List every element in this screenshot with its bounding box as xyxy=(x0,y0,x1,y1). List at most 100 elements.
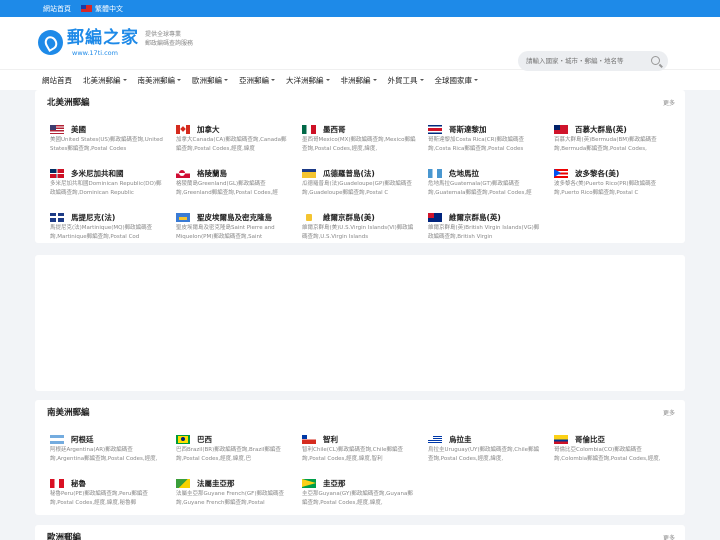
country-description: 維爾京群島(美)U.S.Virgin Islands(VI)郵政編碼查詢,U.S… xyxy=(302,225,414,240)
country-item-cr[interactable]: 哥斯達黎加 哥斯達黎加Costa Rica(CR)郵政編碼查詢,Costa Ric… xyxy=(428,123,554,167)
site-logo[interactable]: 郵編之家 www.17ti.com 提供全球專業 郵政編碼查詢服務 xyxy=(38,27,193,57)
search-box[interactable] xyxy=(518,51,668,71)
country-name: 圭亞那 xyxy=(323,478,346,488)
country-item-uy[interactable]: 烏拉圭 烏拉圭Uruguay(UY)郵政編碼查詢,Chile郵編查詢,Postal… xyxy=(428,433,554,477)
more-link[interactable]: 更多 xyxy=(663,533,675,540)
section-card: 北美洲郵編 更多 美國美國United States(US)郵政編碼查詢,Uni… xyxy=(35,90,685,243)
location-pin-icon xyxy=(38,30,63,55)
country-description: 墨西哥Mexico(MX)郵政編碼查詢,Mexico郵編查詢,Postal Co… xyxy=(302,137,416,152)
country-description: 智利Chile(CL)郵政編碼查詢,Chile郵編查詢,Postal Codes… xyxy=(302,447,403,462)
language-switcher[interactable]: 繁體中文 xyxy=(81,4,123,14)
country-item-ar[interactable]: 阿根廷 阿根廷Argentina(AR)郵政編碼查詢,Argentina郵編查詢,… xyxy=(50,433,176,477)
country-description: 哥倫比亞Colombia(CO)郵政編碼查詢,Colombia郵編查詢,Post… xyxy=(554,447,661,462)
country-name: 法屬圭亞那 xyxy=(197,478,235,488)
country-name: 阿根廷 xyxy=(71,434,94,444)
nav-europe[interactable]: 歐洲郵編 xyxy=(192,75,228,86)
nav-north-america[interactable]: 北美洲郵編 xyxy=(83,75,127,86)
uy-flag-icon xyxy=(428,434,442,444)
caret-down-icon xyxy=(372,79,377,81)
nav-oceania[interactable]: 大洋洲郵編 xyxy=(286,75,330,86)
top-bar: 網站首頁 繁體中文 xyxy=(0,0,720,17)
ad-area xyxy=(35,255,685,391)
caret-down-icon xyxy=(177,79,181,81)
taiwan-flag-icon xyxy=(81,5,92,12)
country-item-gp[interactable]: 瓜德羅普島(法) 瓜德羅普島(法)Guadeloupe(GP)郵政編碼查詢,Gua… xyxy=(302,167,428,211)
logo-url: www.17ti.com xyxy=(72,49,118,57)
country-item-gl[interactable]: 格陵蘭島 格陵蘭島Greenland(GL)郵政編碼查詢,Greenland郵編查… xyxy=(176,167,302,211)
gl-flag-icon xyxy=(176,168,190,178)
country-item-vg[interactable]: 維爾京群島(英) 維爾京群島(英)British Virgin Islands(V… xyxy=(428,211,554,255)
more-link[interactable]: 更多 xyxy=(663,98,675,107)
country-item-gt[interactable]: 危地馬拉危地馬拉Guatemala(GT)郵政編碼查詢,Guatemala郵編查… xyxy=(428,167,554,211)
country-item-br[interactable]: 巴西巴西Brazil(BR)郵政編碼查詢,Brazil郵編查詢,Postal C… xyxy=(176,433,302,477)
nav-trade-tools[interactable]: 外貿工具 xyxy=(388,75,424,86)
country-description: 波多黎各(美)Puerto Rico(PR)郵政編碼查詢,Puerto Rico… xyxy=(554,181,657,196)
country-item-us[interactable]: 美國美國United States(US)郵政編碼查詢,United State… xyxy=(50,123,176,167)
country-name: 危地馬拉 xyxy=(449,168,479,178)
search-icon[interactable] xyxy=(651,56,660,65)
country-item-pr[interactable]: 波多黎各(美) 波多黎各(美)Puerto Rico(PR)郵政編碼查詢,Puer… xyxy=(554,167,680,211)
top-home-link[interactable]: 網站首頁 xyxy=(43,4,71,14)
country-grid: 美國美國United States(US)郵政編碼查詢,United State… xyxy=(35,123,685,255)
nav-asia[interactable]: 亞洲郵編 xyxy=(239,75,275,86)
country-item-vi[interactable]: 維爾京群島(美) 維爾京群島(美)U.S.Virgin Islands(VI)郵政… xyxy=(302,211,428,255)
nav-south-america[interactable]: 南美洲郵編 xyxy=(138,75,181,86)
country-item-bm[interactable]: 百慕大群島(英) 百慕大群島(英)Bermuda(BM)郵政編碼查詢,Bermud… xyxy=(554,123,680,167)
country-item-pm[interactable]: 聖皮埃爾島及密克隆島 聖皮埃爾島及密克隆島Saint Pierre and Miq… xyxy=(176,211,302,255)
caret-down-icon xyxy=(325,79,330,81)
country-name: 哥倫比亞 xyxy=(575,434,605,444)
country-item-co[interactable]: 哥倫比亞哥倫比亞Colombia(CO)郵政編碼查詢,Colombia郵編查詢,… xyxy=(554,433,680,477)
cl-flag-icon xyxy=(302,434,316,444)
country-name: 波多黎各(美) xyxy=(575,168,620,178)
country-name: 維爾京群島(美) xyxy=(323,212,375,222)
country-item-gy[interactable]: 圭亞那 圭亞那Guyana(GY)郵政編碼查詢,Guyana郵編查詢,Postal… xyxy=(302,477,428,521)
mx-flag-icon xyxy=(302,124,316,134)
logo-name: 郵編之家 xyxy=(67,28,139,48)
country-description: 秘魯Peru(PE)郵政編碼查詢,Peru郵編查詢,Postal Codes,經… xyxy=(50,491,148,506)
country-description: 危地馬拉Guatemala(GT)郵政編碼查詢,Guatemala郵編查詢,Po… xyxy=(428,181,532,196)
caret-down-icon xyxy=(271,79,275,81)
section-title: 南美洲郵編 xyxy=(47,408,90,418)
country-name: 秘魯 xyxy=(71,478,86,488)
country-item-mx[interactable]: 墨西哥墨西哥Mexico(MX)郵政編碼查詢,Mexico郵編查詢,Postal… xyxy=(302,123,428,167)
gt-flag-icon xyxy=(428,168,442,178)
pm-flag-icon xyxy=(176,212,190,222)
country-name: 格陵蘭島 xyxy=(197,168,227,178)
ca-flag-icon xyxy=(176,124,190,134)
nav-africa[interactable]: 非洲郵編 xyxy=(341,75,377,86)
country-name: 巴西 xyxy=(197,434,212,444)
nav-country-library[interactable]: 全球國家庫 xyxy=(435,75,478,86)
ar-flag-icon xyxy=(50,434,64,444)
country-item-pe[interactable]: 秘魯秘魯Peru(PE)郵政編碼查詢,Peru郵編查詢,Postal Codes… xyxy=(50,477,176,521)
country-name: 墨西哥 xyxy=(323,124,346,134)
search-input[interactable] xyxy=(526,57,641,65)
country-item-ca[interactable]: 加拿大 加拿大Canada(CA)郵政編碼查詢,Canada郵編查詢,Postal… xyxy=(176,123,302,167)
country-name: 瓜德羅普島(法) xyxy=(323,168,375,178)
country-name: 百慕大群島(英) xyxy=(575,124,627,134)
country-name: 美國 xyxy=(71,124,86,134)
pr-flag-icon xyxy=(554,168,568,178)
header: 郵編之家 www.17ti.com 提供全球專業 郵政編碼查詢服務 xyxy=(0,17,720,71)
country-description: 瓜德羅普島(法)Guadeloupe(GP)郵政編碼查詢,Guadeloupe郵… xyxy=(302,181,412,196)
country-description: 法屬圭亞那Guyane French(GF)郵政編碼查詢,Guyane Fren… xyxy=(176,491,284,506)
nav-home[interactable]: 網站首頁 xyxy=(42,75,72,86)
slogan-line-1: 提供全球專業 xyxy=(145,31,182,38)
mq-flag-icon xyxy=(50,212,64,222)
slogan-line-2: 郵政編碼查詢服務 xyxy=(145,40,194,47)
country-description: 加拿大Canada(CA)郵政編碼查詢,Canada郵編查詢,Postal Co… xyxy=(176,137,287,152)
country-description: 美國United States(US)郵政編碼查詢,United States郵… xyxy=(50,137,163,152)
country-item-mq[interactable]: 馬提尼克(法) 馬提尼克(法)Martinique(MQ)郵政編碼查詢,Marti… xyxy=(50,211,176,255)
vi-flag-icon xyxy=(302,212,316,222)
gf-flag-icon xyxy=(176,478,190,488)
country-name: 烏拉圭 xyxy=(449,434,472,444)
country-description: 巴西Brazil(BR)郵政編碼查詢,Brazil郵編查詢,Postal Cod… xyxy=(176,447,281,462)
more-link[interactable]: 更多 xyxy=(663,408,675,417)
bm-flag-icon xyxy=(554,124,568,134)
gp-flag-icon xyxy=(302,168,316,178)
section-title: 北美洲郵編 xyxy=(47,98,90,108)
pe-flag-icon xyxy=(50,478,64,488)
br-flag-icon xyxy=(176,434,190,444)
country-item-do[interactable]: 多米尼加共和國 多米尼加共和國Dominican Republic(DO)郵政編碼… xyxy=(50,167,176,211)
country-item-gf[interactable]: 法屬圭亞那法屬圭亞那Guyane French(GF)郵政編碼查詢,Guyane… xyxy=(176,477,302,521)
country-item-cl[interactable]: 智利 智利Chile(CL)郵政編碼查詢,Chile郵編查詢,Postal Cod… xyxy=(302,433,428,477)
